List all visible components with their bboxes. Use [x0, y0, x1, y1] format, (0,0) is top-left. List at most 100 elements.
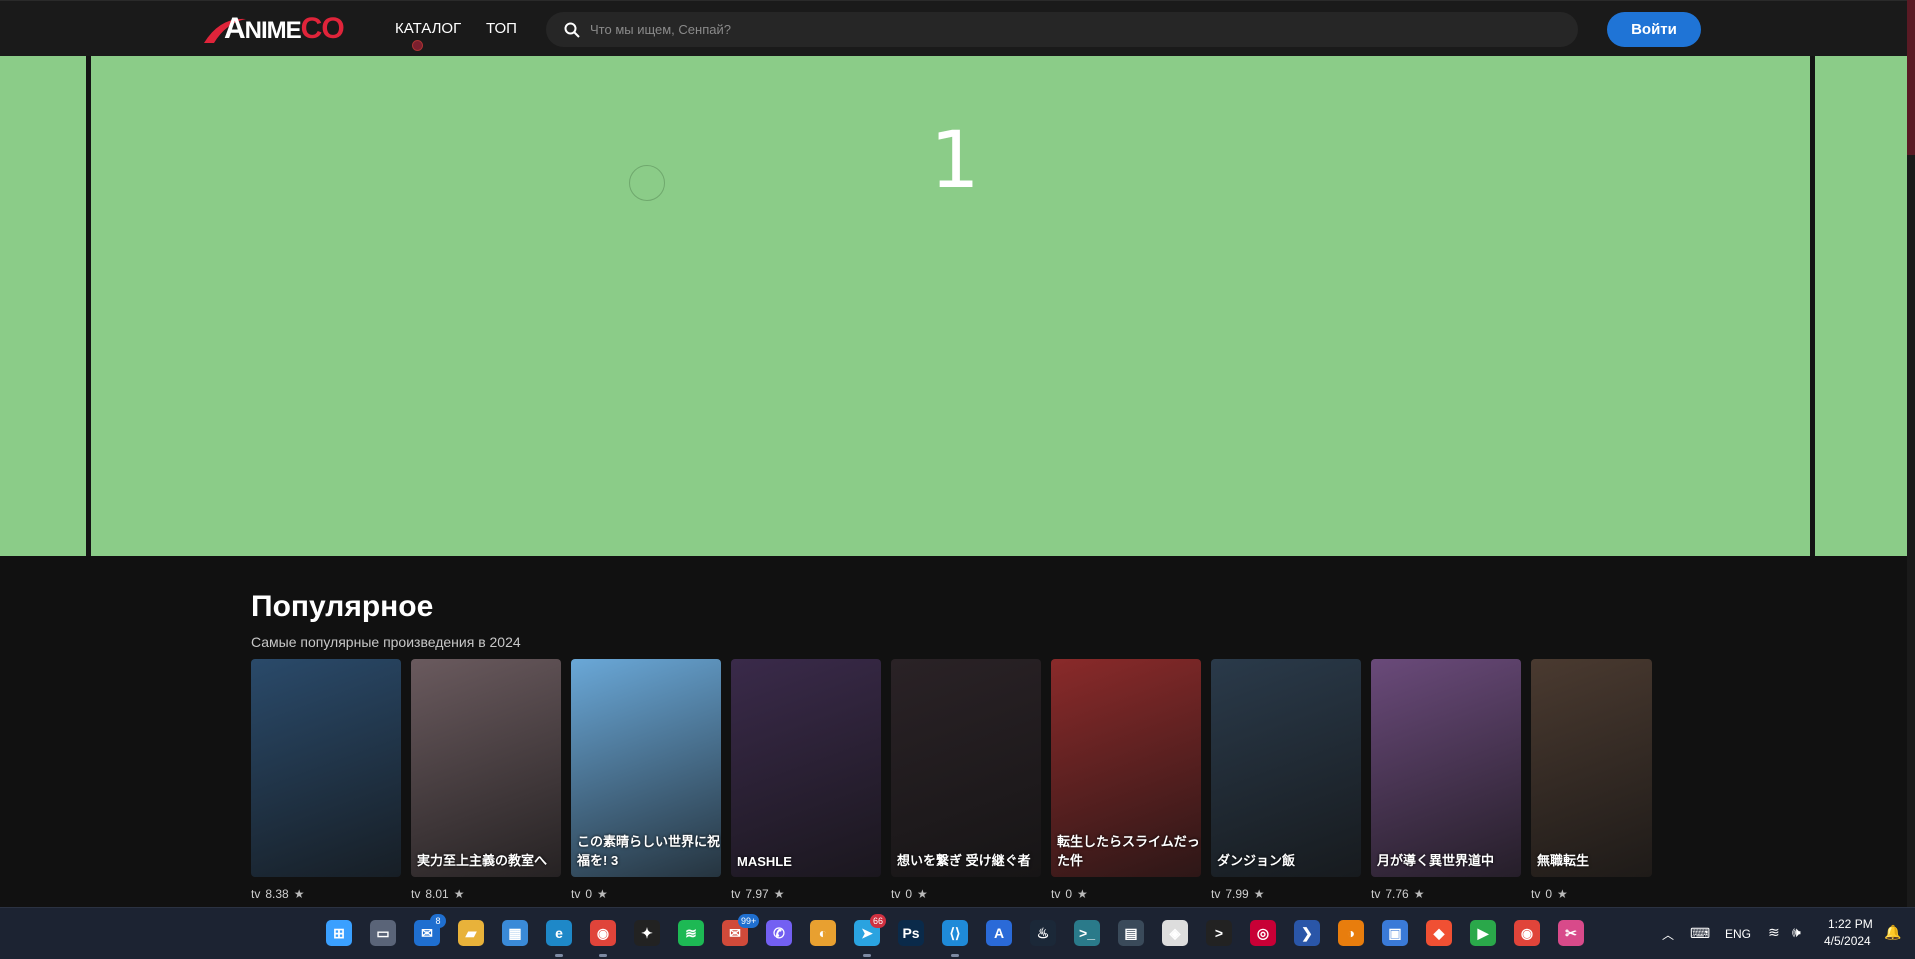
anime-type: tv [251, 887, 261, 901]
anime-type: tv [571, 887, 581, 901]
mail-badge: 99+ [738, 914, 760, 928]
anime-card[interactable]: この素晴らしい世界に祝福を! 3 tv 0 ★ [571, 659, 721, 901]
vscode-icon[interactable]: ⟨⟩ [942, 920, 968, 946]
popular-carousel: tv 8.38 ★ 実力至上主義の教室へ tv 8.01 ★ この素晴らしい世界に祝福を! 3… [251, 659, 1652, 909]
page-scrollbar[interactable] [1907, 0, 1915, 907]
steam-icon[interactable]: ♨ [1030, 920, 1056, 946]
star-icon: ★ [773, 887, 785, 901]
anime-type: tv [1371, 887, 1381, 901]
wifi-icon[interactable]: ≋ [1768, 924, 1780, 941]
windows-start-icon[interactable]: ⊞ [326, 920, 352, 946]
star-icon: ★ [293, 887, 305, 901]
anime-meta: tv 0 ★ [1531, 887, 1652, 901]
anime-card[interactable]: 想いを繋ぎ 受け継ぐ者 tv 0 ★ [891, 659, 1041, 901]
star-icon: ★ [1557, 887, 1568, 901]
slide-divider-left [86, 56, 91, 556]
search-bar[interactable] [546, 12, 1578, 47]
anime-rating: 7.97 [745, 887, 769, 901]
nav-catalog[interactable]: КАТАЛОГ [395, 20, 461, 37]
anime-rating: 0 [585, 887, 593, 901]
task-view-icon[interactable]: ▭ [370, 920, 396, 946]
anime-poster[interactable]: この素晴らしい世界に祝福を! 3 [571, 659, 721, 877]
anime-meta: tv 0 ★ [891, 887, 1041, 901]
anime-card[interactable]: 実力至上主義の教室へ tv 8.01 ★ [411, 659, 561, 901]
anime-meta: tv 8.38 ★ [251, 887, 401, 901]
chrome-icon[interactable]: ◉ [590, 920, 616, 946]
search-input[interactable] [590, 22, 1490, 37]
powershell-icon[interactable]: ❯ [1294, 920, 1320, 946]
file-explorer-icon[interactable]: ▰ [458, 920, 484, 946]
anime-type: tv [1051, 887, 1061, 901]
star-icon: ★ [597, 887, 608, 901]
slide-number: 1 [930, 116, 980, 206]
viber-icon[interactable]: ✆ [766, 920, 792, 946]
running-app-indicator [599, 954, 607, 957]
anime-card[interactable]: MASHLE tv 7.97 ★ [731, 659, 881, 901]
anime-poster[interactable] [251, 659, 401, 877]
media-player-icon[interactable]: ▶ [1470, 920, 1496, 946]
outlook-badge: 8 [430, 914, 446, 928]
anime-poster[interactable]: 実力至上主義の教室へ [411, 659, 561, 877]
edge-icon[interactable]: e [546, 920, 572, 946]
clock-date[interactable]: 4/5/2024 [1824, 934, 1871, 948]
anime-type: tv [1531, 887, 1541, 901]
anime-poster[interactable]: 転生したらスライムだった件 [1051, 659, 1201, 877]
git-icon[interactable]: ◆ [1426, 920, 1452, 946]
anime-card[interactable]: 無職転生 tv 0 ★ [1531, 659, 1652, 901]
running-app-indicator [555, 954, 563, 957]
logo-text-co: CO [300, 12, 345, 45]
blender-icon[interactable]: ◑ [1338, 920, 1364, 946]
anime-poster[interactable]: MASHLE [731, 659, 881, 877]
anime-poster[interactable]: ダンジョン飯 [1211, 659, 1361, 877]
hero-slider[interactable]: 1 [0, 56, 1907, 556]
poster-title-text: 月が導く異世界道中 [1377, 853, 1495, 868]
spotify-icon[interactable]: ≋ [678, 920, 704, 946]
debian-icon[interactable]: ◎ [1250, 920, 1276, 946]
anime-card[interactable]: 月が導く異世界道中 tv 7.76 ★ [1371, 659, 1521, 901]
anime-poster[interactable]: 無職転生 [1531, 659, 1652, 877]
anime-rating: 8.01 [425, 887, 449, 901]
popular-section-subtitle: Самые популярные произведения в 2024 [251, 634, 521, 650]
popular-section-title: Популярное [251, 590, 434, 623]
clock-time[interactable]: 1:22 PM [1828, 917, 1873, 931]
xcode-app-icon[interactable]: A [986, 920, 1012, 946]
anime-meta: tv 0 ★ [1051, 887, 1201, 901]
volume-icon[interactable]: 🕪 [1792, 924, 1801, 941]
anime-card[interactable]: tv 8.38 ★ [251, 659, 401, 901]
anime-meta: tv 0 ★ [571, 887, 721, 901]
chrome-alt-icon[interactable]: ◉ [1514, 920, 1540, 946]
poster-title-text: 転生したらスライムだった件 [1057, 834, 1200, 868]
cmd-icon[interactable]: > [1206, 920, 1232, 946]
anime-rating: 0 [905, 887, 913, 901]
remote-desktop-icon[interactable]: ▣ [1382, 920, 1408, 946]
figma-icon[interactable]: ✦ [634, 920, 660, 946]
snipping-tool-icon[interactable]: ✂ [1558, 920, 1584, 946]
site-logo[interactable]: ANIME CO [204, 9, 345, 49]
anime-rating: 0 [1545, 887, 1553, 901]
login-button[interactable]: Войти [1607, 12, 1701, 47]
keyboard-icon[interactable]: ⌨ [1690, 925, 1710, 942]
anime-card[interactable]: 転生したらスライムだった件 tv 0 ★ [1051, 659, 1201, 901]
notification-bell-icon[interactable]: 🔔 [1884, 924, 1901, 941]
calculator-icon[interactable]: ▤ [1118, 920, 1144, 946]
tray-chevron-icon[interactable]: ︿ [1662, 926, 1674, 943]
unity-icon[interactable]: ◈ [1162, 920, 1188, 946]
ms-store-icon[interactable]: ▦ [502, 920, 528, 946]
anime-meta: tv 8.01 ★ [411, 887, 561, 901]
rainbow-app-icon[interactable]: ◐ [810, 920, 836, 946]
anime-meta: tv 7.99 ★ [1211, 887, 1361, 901]
poster-title-text: 無職転生 [1537, 853, 1590, 868]
running-app-indicator [863, 954, 871, 957]
poster-title-text: 実力至上主義の教室へ [417, 853, 548, 868]
anime-poster[interactable]: 月が導く異世界道中 [1371, 659, 1521, 877]
scrollbar-thumb[interactable] [1907, 0, 1915, 155]
anime-poster[interactable]: 想いを繋ぎ 受け継ぐ者 [891, 659, 1041, 877]
anime-rating: 7.76 [1385, 887, 1409, 901]
nav-top[interactable]: ТОП [486, 20, 517, 37]
top-header: ANIMECO КАТАЛОГ ТОП Войти [0, 0, 1915, 56]
terminal-app-icon[interactable]: >_ [1074, 920, 1100, 946]
star-icon: ★ [1253, 887, 1265, 901]
language-indicator[interactable]: ENG [1725, 927, 1751, 941]
anime-card[interactable]: ダンジョン飯 tv 7.99 ★ [1211, 659, 1361, 901]
photoshop-icon[interactable]: Ps [898, 920, 924, 946]
